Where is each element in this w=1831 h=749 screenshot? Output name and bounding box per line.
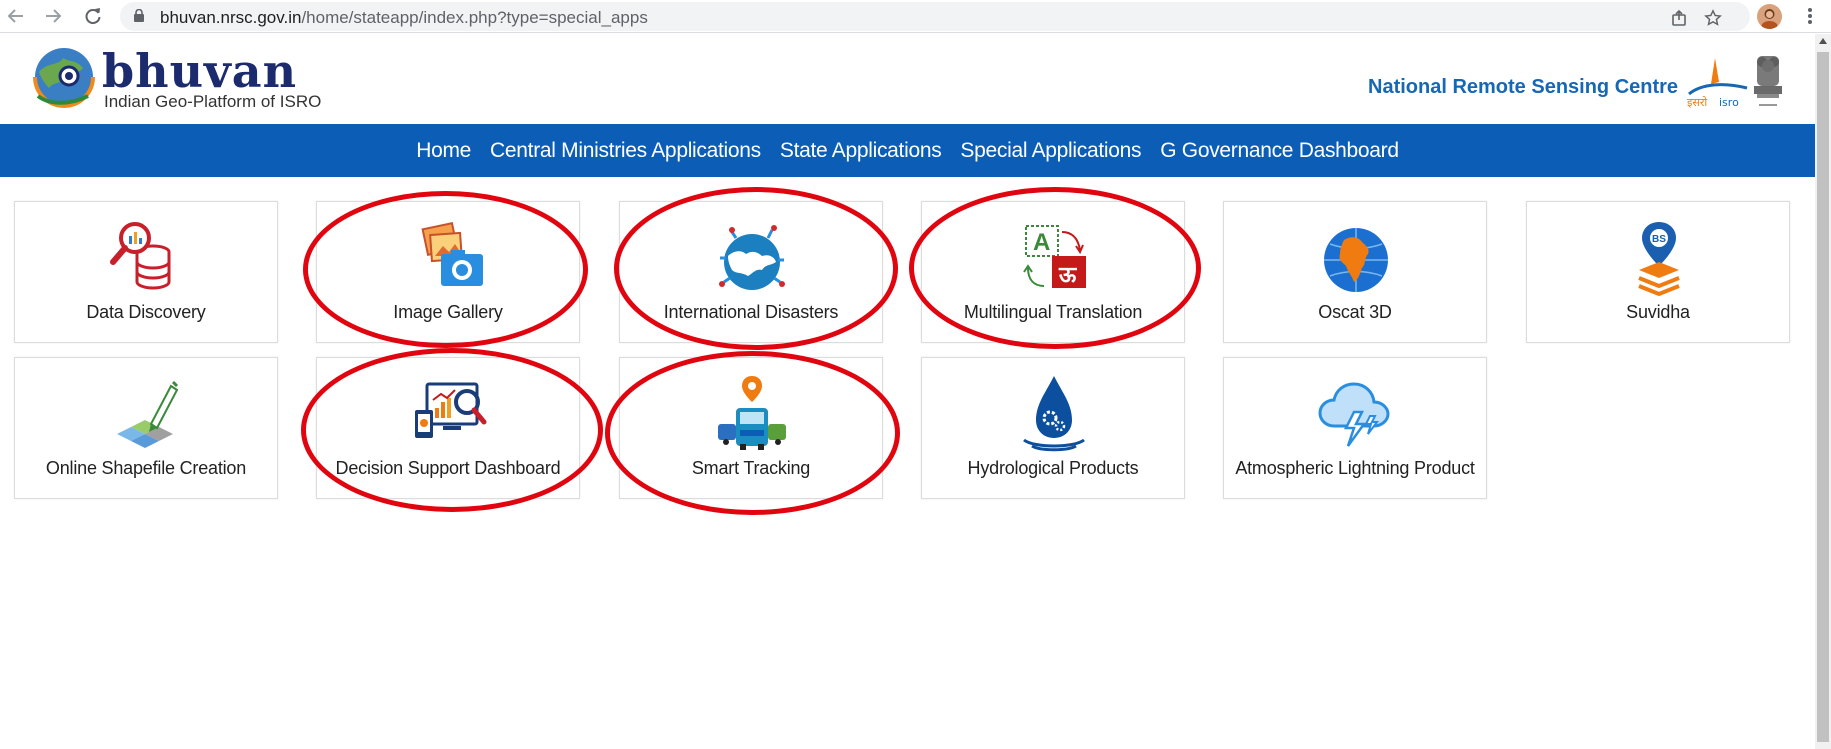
tile-international-disasters[interactable]: International Disasters <box>619 201 883 343</box>
svg-text:ऊ: ऊ <box>1058 263 1077 288</box>
scroll-up-arrow-icon[interactable] <box>1819 38 1827 44</box>
nrsc-title[interactable]: National Remote Sensing Centre <box>1368 76 1678 99</box>
tile-decision-support-dashboard[interactable]: Decision Support Dashboard <box>316 357 580 499</box>
share-icon[interactable] <box>1667 5 1693 31</box>
international-disasters-icon <box>719 225 785 290</box>
logo-tagline: Indian Geo-Platform of ISRO <box>104 92 322 111</box>
tile-image-gallery[interactable]: Image Gallery <box>316 201 580 343</box>
url-path: /home/stateapp/index.php?type=special_ap… <box>301 8 648 27</box>
url-text[interactable]: bhuvan.nrsc.gov.in/home/stateapp/index.p… <box>160 8 648 28</box>
back-arrow-icon[interactable] <box>3 3 29 29</box>
tile-smart-tracking[interactable]: Smart Tracking <box>619 357 883 499</box>
browser-toolbar: bhuvan.nrsc.gov.in/home/stateapp/index.p… <box>0 0 1831 33</box>
svg-text:isro: isro <box>1719 96 1739 109</box>
kebab-menu-icon[interactable] <box>1797 3 1823 29</box>
star-icon[interactable] <box>1700 5 1726 31</box>
nav-g-governance[interactable]: G Governance Dashboard <box>1160 139 1399 163</box>
tile-label: Image Gallery <box>393 302 503 322</box>
address-bar[interactable]: bhuvan.nrsc.gov.in/home/stateapp/index.p… <box>120 2 1750 31</box>
tile-atmospheric-lightning-product[interactable]: Atmospheric Lightning Product <box>1223 357 1487 499</box>
reload-icon[interactable] <box>80 3 106 29</box>
svg-text:इसरो: इसरो <box>1687 96 1707 109</box>
tile-label: Oscat 3D <box>1318 302 1392 322</box>
main-nav: Home Central Ministries Applications Sta… <box>0 124 1815 177</box>
site-header: bhuvan Indian Geo-Platform of ISRO Natio… <box>0 34 1815 124</box>
image-gallery-icon <box>421 221 483 286</box>
nav-home[interactable]: Home <box>416 139 471 163</box>
dashboard-magnifier-icon <box>415 382 487 438</box>
oscat-globe-icon <box>1324 228 1388 292</box>
tile-suvidha[interactable]: BS Suvidha <box>1526 201 1790 343</box>
profile-avatar[interactable] <box>1757 4 1782 29</box>
isro-logo-icon[interactable]: इसरो isro <box>1685 54 1753 118</box>
tile-multilingual-translation[interactable]: A ऊ Multilingual Translation <box>921 201 1185 343</box>
nav-state-applications[interactable]: State Applications <box>780 139 942 163</box>
lock-icon[interactable] <box>134 9 144 22</box>
tile-label: Online Shapefile Creation <box>45 458 247 478</box>
translation-icon: A ऊ <box>1023 225 1086 288</box>
nav-special-applications[interactable]: Special Applications <box>960 139 1141 163</box>
shapefile-pen-icon <box>117 380 179 448</box>
tile-label: Multilingual Translation <box>963 302 1143 322</box>
tile-label: Decision Support Dashboard <box>335 458 561 478</box>
suvidha-pin-icon: BS <box>1638 222 1680 297</box>
tile-online-shapefile-creation[interactable]: Online Shapefile Creation <box>14 357 278 499</box>
truck-tracking-icon <box>718 376 786 450</box>
scrollbar-thumb[interactable] <box>1817 52 1829 742</box>
tile-label: Data Discovery <box>86 302 206 322</box>
water-drop-gear-icon <box>1023 376 1085 452</box>
svg-text:BS: BS <box>1652 234 1666 245</box>
bhuvan-globe-logo-icon[interactable] <box>33 46 95 108</box>
tile-label: Atmospheric Lightning Product <box>1235 458 1475 478</box>
url-host: bhuvan.nrsc.gov.in <box>160 8 302 27</box>
tile-hydrological-products[interactable]: Hydrological Products <box>921 357 1185 499</box>
tile-label: Hydrological Products <box>967 458 1139 478</box>
bhuvan-wordmark[interactable]: bhuvan <box>102 46 297 96</box>
national-emblem-icon <box>1754 56 1782 106</box>
cloud-lightning-icon <box>1318 382 1390 447</box>
tile-label: Suvidha <box>1626 302 1690 322</box>
svg-text:A: A <box>1033 229 1050 256</box>
page-scrollbar[interactable] <box>1815 34 1831 749</box>
forward-arrow-icon[interactable] <box>40 3 66 29</box>
tile-data-discovery[interactable]: Data Discovery <box>14 201 278 343</box>
nav-central-ministries[interactable]: Central Ministries Applications <box>490 139 761 163</box>
tile-oscat-3d[interactable]: Oscat 3D <box>1223 201 1487 343</box>
tile-label: International Disasters <box>663 302 839 322</box>
tile-label: Smart Tracking <box>691 458 811 478</box>
data-discovery-icon <box>110 222 171 290</box>
